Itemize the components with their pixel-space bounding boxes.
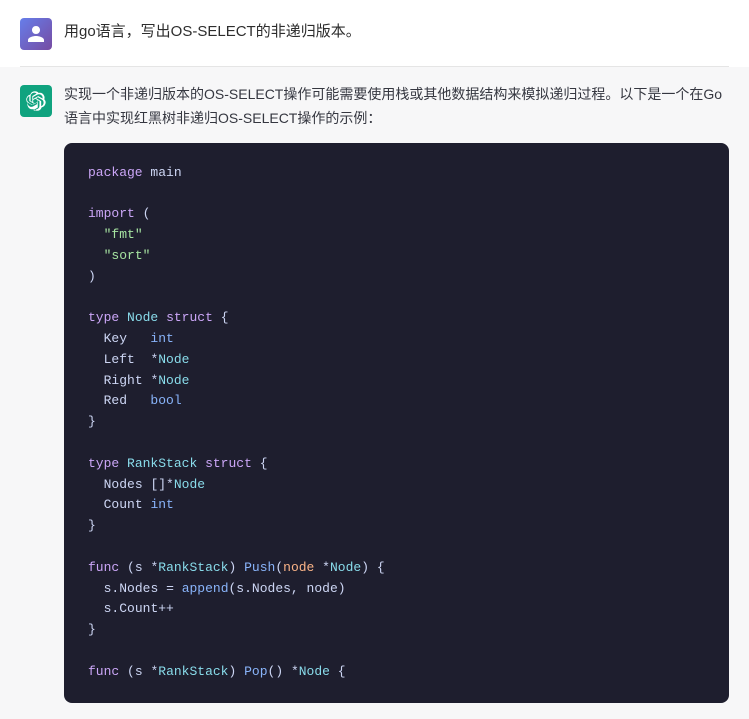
- user-avatar: [20, 18, 52, 50]
- assistant-intro-text: 实现一个非递归版本的OS-SELECT操作可能需要使用栈或其他数据结构来模拟递归…: [64, 83, 729, 131]
- assistant-message-content: 实现一个非递归版本的OS-SELECT操作可能需要使用栈或其他数据结构来模拟递归…: [64, 83, 729, 703]
- assistant-avatar: [20, 85, 52, 117]
- code-block: package main import ( "fmt" "sort" ) typ…: [64, 143, 729, 703]
- code-content: package main import ( "fmt" "sort" ) typ…: [88, 163, 705, 683]
- assistant-message-row: 实现一个非递归版本的OS-SELECT操作可能需要使用栈或其他数据结构来模拟递归…: [0, 67, 749, 719]
- user-message-text: 用go语言，写出OS-SELECT的非递归版本。: [64, 16, 729, 44]
- chat-container: 用go语言，写出OS-SELECT的非递归版本。 实现一个非递归版本的OS-SE…: [0, 0, 749, 719]
- code-inner: package main import ( "fmt" "sort" ) typ…: [64, 143, 729, 703]
- user-message-row: 用go语言，写出OS-SELECT的非递归版本。: [0, 0, 749, 66]
